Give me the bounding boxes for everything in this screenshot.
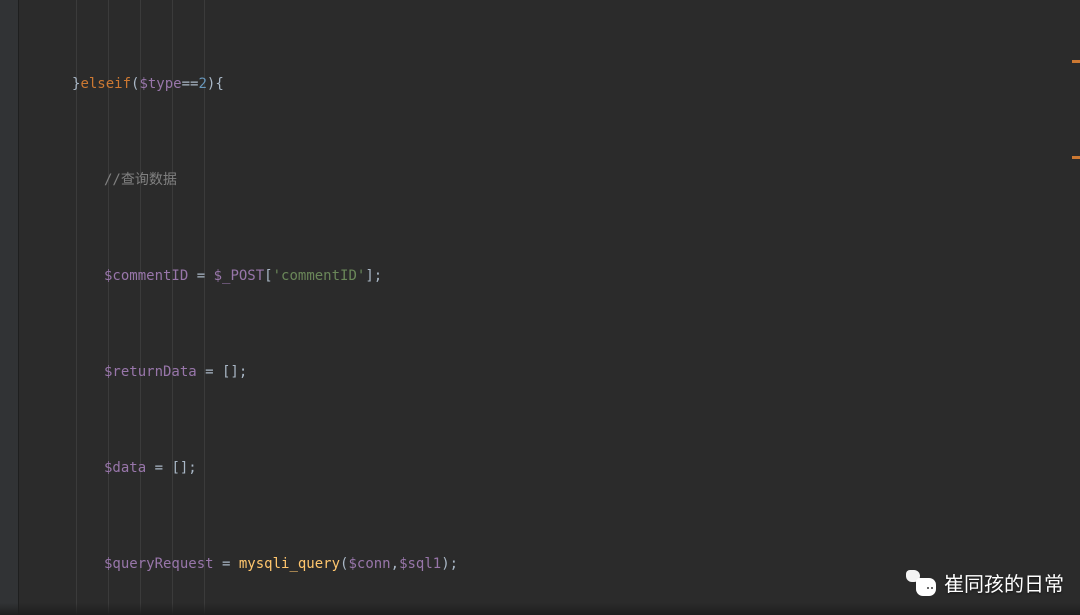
watermark: 崔同孩的日常 [906, 568, 1064, 597]
warning-marker[interactable] [1072, 60, 1080, 63]
footer-shadow [0, 603, 1080, 615]
code-line[interactable]: $commentID = $_POST['commentID']; [18, 264, 1080, 288]
code-editor[interactable]: }elseif($type==2){ //查询数据 $commentID = $… [0, 0, 1080, 615]
watermark-text: 崔同孩的日常 [944, 568, 1064, 597]
scrollbar-markers[interactable] [1072, 0, 1080, 615]
code-line[interactable]: $data = []; [18, 456, 1080, 480]
code-line[interactable]: $returnData = []; [18, 360, 1080, 384]
code-area[interactable]: }elseif($type==2){ //查询数据 $commentID = $… [18, 0, 1080, 615]
wechat-icon [906, 570, 936, 596]
gutter [0, 0, 19, 615]
warning-marker[interactable] [1072, 156, 1080, 159]
code-line[interactable]: //查询数据 [18, 168, 1080, 192]
code-line[interactable]: }elseif($type==2){ [18, 72, 1080, 96]
